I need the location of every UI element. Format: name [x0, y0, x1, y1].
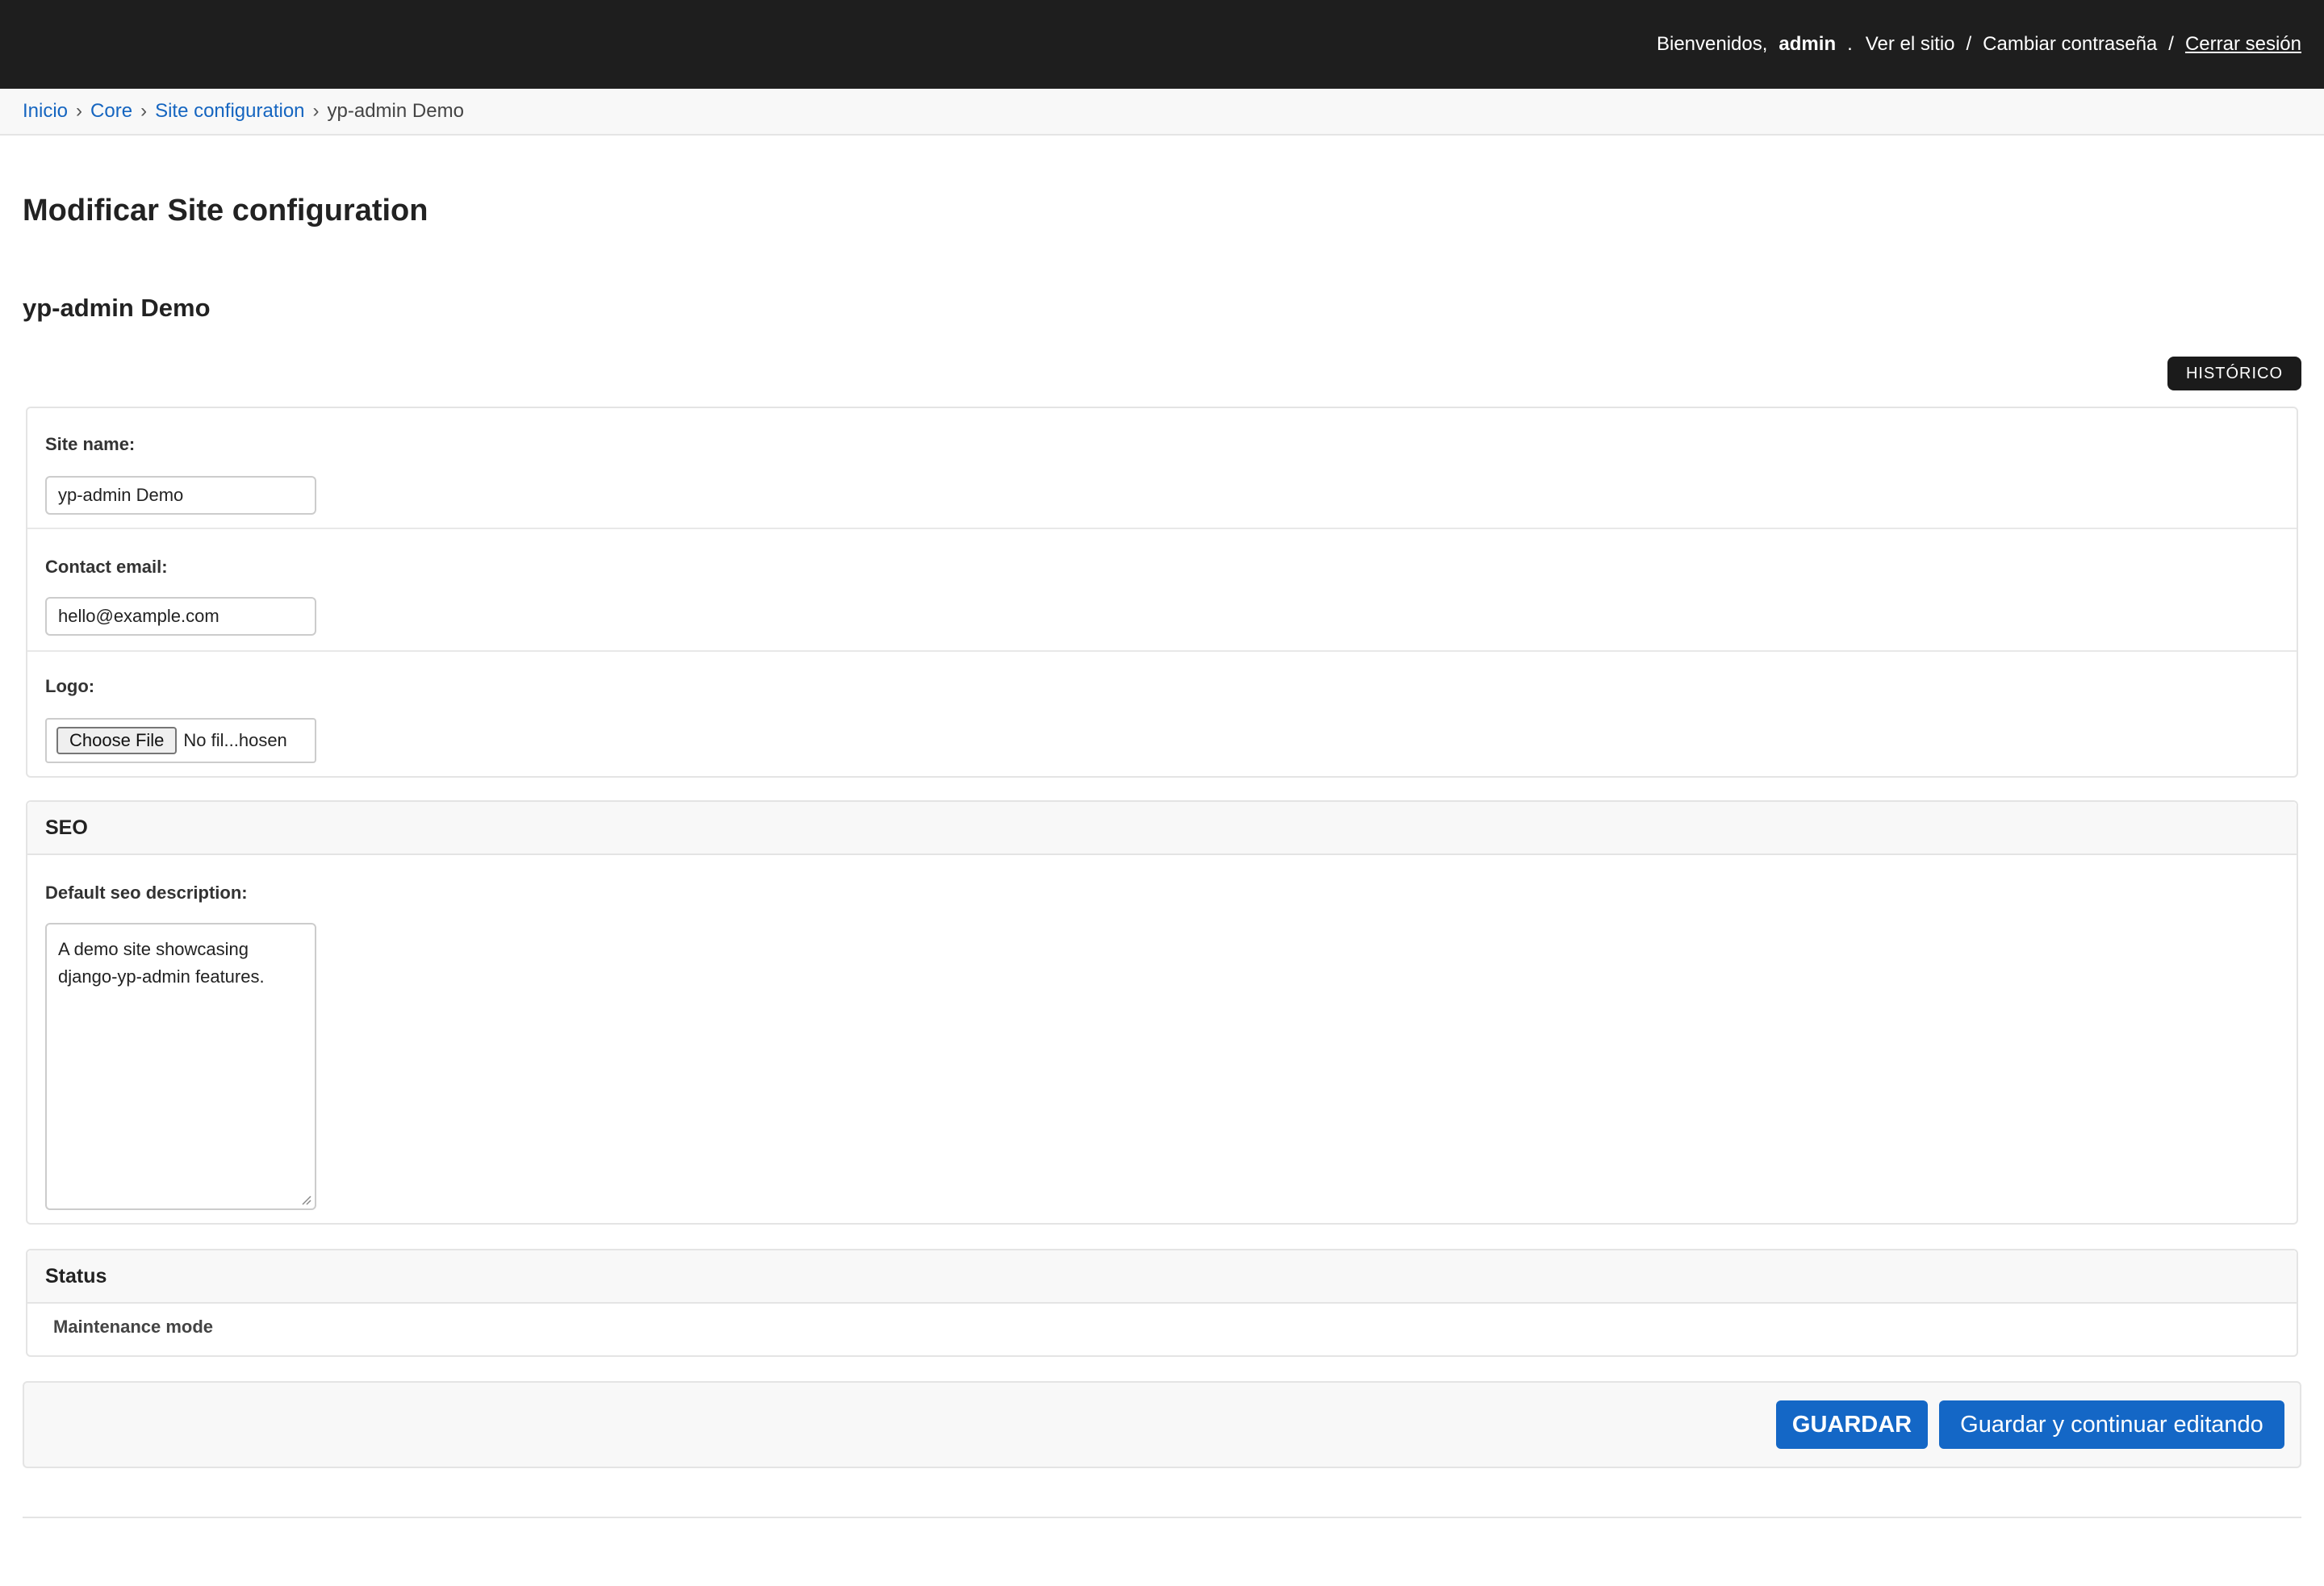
seo-description-label: Default seo description:: [45, 883, 248, 903]
object-title: yp-admin Demo: [23, 294, 211, 322]
site-name-row: Site name:: [27, 408, 2297, 529]
contact-email-label: Contact email:: [45, 557, 168, 577]
separator: /: [2168, 33, 2174, 55]
breadcrumb-app[interactable]: Core: [90, 100, 132, 123]
site-name-input[interactable]: [45, 476, 316, 515]
save-button[interactable]: GUARDAR: [1776, 1400, 1928, 1449]
contact-email-row: Contact email:: [27, 529, 2297, 652]
breadcrumb: Inicio › Core › Site configuration › yp-…: [0, 89, 2324, 136]
seo-description-text: A demo site showcasing django-yp-admin f…: [58, 939, 265, 987]
status-fieldset: Status Maintenance mode: [26, 1249, 2298, 1357]
breadcrumb-home[interactable]: Inicio: [23, 100, 68, 123]
logo-label: Logo:: [45, 676, 95, 696]
main-fieldset: Site name: Contact email: Logo: Choose F…: [26, 407, 2298, 778]
seo-description-textarea[interactable]: A demo site showcasing django-yp-admin f…: [45, 923, 316, 1210]
separator: /: [1966, 33, 1972, 55]
file-status: No fil...hosen: [183, 730, 287, 750]
site-name-label: Site name:: [45, 434, 136, 454]
logout-link[interactable]: Cerrar sesión: [2185, 33, 2301, 56]
choose-file-button[interactable]: Choose File: [56, 727, 178, 754]
top-header: Bienvenidos, admin . Ver el sitio / Camb…: [0, 0, 2324, 89]
save-and-continue-button[interactable]: Guardar y continuar editando: [1939, 1400, 2284, 1449]
change-password-link[interactable]: Cambiar contraseña: [1983, 33, 2157, 56]
logo-row: Logo: Choose File No fil...hosen: [27, 652, 2297, 778]
view-site-link[interactable]: Ver el sitio: [1866, 33, 1955, 56]
user-tools: Bienvenidos, admin . Ver el sitio / Camb…: [1657, 31, 2301, 58]
status-header: Status: [27, 1250, 2297, 1304]
status-title: Status: [45, 1265, 107, 1288]
page-title: Modificar Site configuration: [23, 194, 428, 227]
logo-file-input[interactable]: Choose File No fil...hosen: [45, 718, 316, 763]
seo-header: SEO: [27, 802, 2297, 855]
submit-row: GUARDAR Guardar y continuar editando: [23, 1381, 2301, 1468]
username: admin: [1779, 33, 1837, 55]
breadcrumb-arrow: ›: [312, 100, 320, 122]
seo-fieldset: SEO Default seo description: A demo site…: [26, 800, 2298, 1225]
contact-email-input[interactable]: [45, 597, 316, 636]
maintenance-mode-label[interactable]: Maintenance mode: [53, 1317, 213, 1338]
breadcrumb-arrow: ›: [140, 100, 148, 122]
resize-handle-icon[interactable]: [300, 1194, 311, 1205]
dot-separator: .: [1847, 33, 1853, 55]
breadcrumb-current: yp-admin Demo: [327, 100, 464, 122]
welcome-text: Bienvenidos,: [1656, 33, 1768, 55]
footer-divider: [23, 1517, 2301, 1518]
history-button[interactable]: HISTÓRICO: [2167, 357, 2301, 390]
seo-title: SEO: [45, 816, 88, 839]
breadcrumb-arrow: ›: [76, 100, 83, 122]
breadcrumb-model[interactable]: Site configuration: [155, 100, 304, 123]
